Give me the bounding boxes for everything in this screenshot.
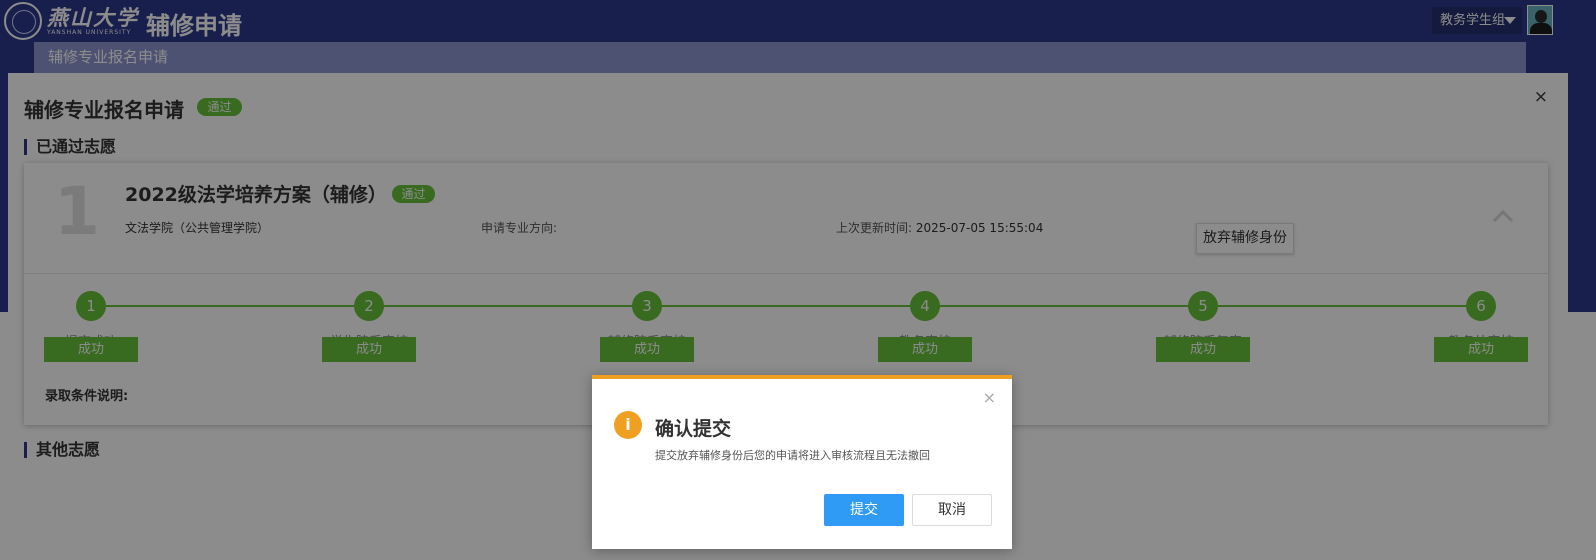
submit-button[interactable]: 提交: [824, 494, 904, 526]
dialog-close-button[interactable]: ×: [983, 388, 996, 407]
dialog-message: 提交放弃辅修身份后您的申请将进入审核流程且无法撤回: [655, 449, 930, 462]
confirm-dialog: × i 确认提交 提交放弃辅修身份后您的申请将进入审核流程且无法撤回 提交 取消: [592, 375, 1012, 549]
cancel-button[interactable]: 取消: [912, 494, 992, 526]
info-icon: i: [614, 411, 642, 439]
dialog-title: 确认提交: [655, 418, 732, 440]
